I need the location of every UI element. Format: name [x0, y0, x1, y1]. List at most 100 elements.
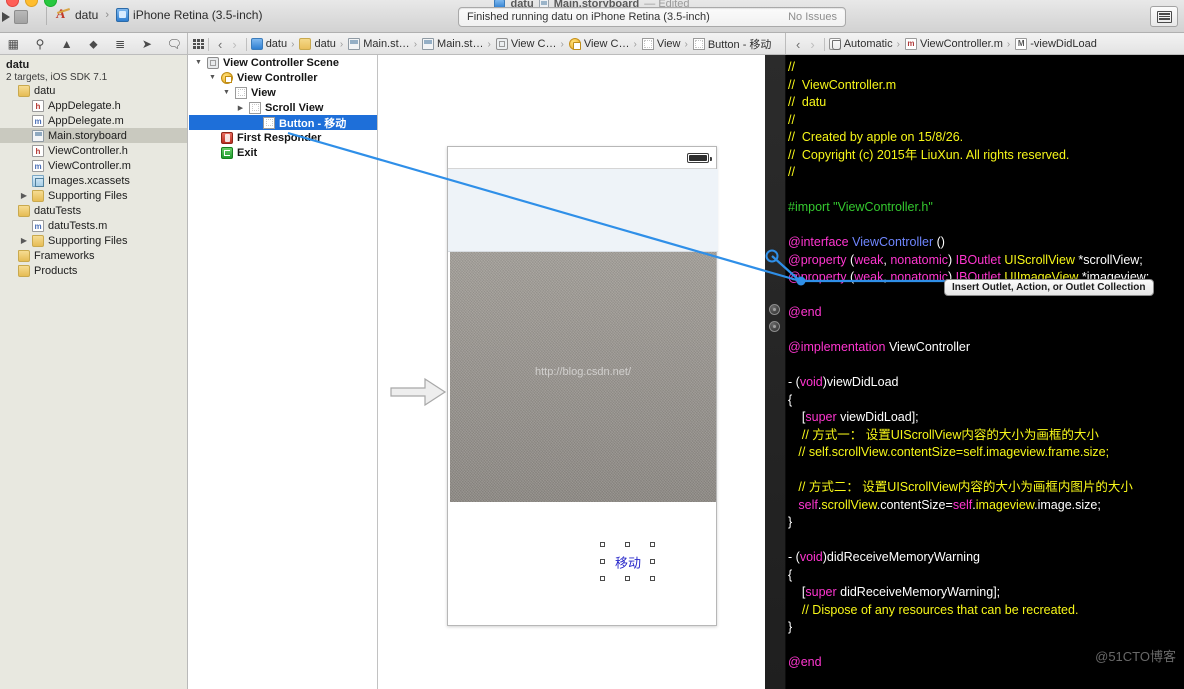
play-icon[interactable]	[2, 12, 10, 22]
navigator-row[interactable]: ▶ Supporting Files	[0, 233, 187, 248]
code-line[interactable]: //	[788, 112, 1184, 130]
resize-handle-n[interactable]	[625, 542, 630, 547]
navigator-row[interactable]: ▶ Supporting Files	[0, 188, 187, 203]
test-navigator-icon[interactable]: ⬥	[86, 37, 100, 51]
outline-row[interactable]: First Responder	[189, 130, 377, 145]
view-controller-canvas[interactable]: http://blog.csdn.net/ 移动	[447, 146, 718, 626]
breadcrumb-item-3[interactable]: Main.st…	[422, 38, 484, 50]
navigator-row[interactable]: Images.xcassets	[0, 173, 187, 188]
resize-handle-ne[interactable]	[650, 542, 655, 547]
debug-navigator-icon[interactable]: ≣	[113, 37, 127, 51]
navigator-row[interactable]: datuTests	[0, 203, 187, 218]
code-line[interactable]: [super viewDidLoad];	[788, 409, 1184, 427]
outlet-connection-dot[interactable]	[769, 304, 780, 315]
navigator-row[interactable]: Products	[0, 263, 187, 278]
navigator-row[interactable]: m AppDelegate.m	[0, 113, 187, 128]
scroll-view-object[interactable]	[448, 169, 718, 252]
breadcrumb-item-4[interactable]: View C…	[495, 38, 557, 50]
outline-list[interactable]: ▼ View Controller Scene ▼ View Controller ▼ V…	[189, 55, 377, 160]
navigator-row[interactable]: Frameworks	[0, 248, 187, 263]
code-line[interactable]	[788, 322, 1184, 340]
code-line[interactable]: - (void)viewDidLoad	[788, 374, 1184, 392]
disclosure-triangle-icon[interactable]: ▼	[194, 59, 203, 66]
code-line[interactable]	[788, 357, 1184, 375]
code-line[interactable]: {	[788, 392, 1184, 410]
code-line[interactable]: self.scrollView.contentSize=self.imagevi…	[788, 497, 1184, 515]
related-items-icon[interactable]	[193, 39, 204, 49]
code-line[interactable]	[788, 462, 1184, 480]
resize-handle-sw[interactable]	[600, 576, 605, 581]
project-header[interactable]: datu 2 targets, iOS SDK 7.1	[0, 55, 187, 83]
forward-button[interactable]: ›	[805, 37, 819, 52]
code-line[interactable]: {	[788, 567, 1184, 585]
code-line[interactable]: // 方式一： 设置UIScrollView内容的大小为画框的大小	[788, 427, 1184, 445]
editor-breadcrumb-item-1[interactable]: m ViewController.m	[904, 38, 1003, 50]
navigator-row[interactable]: m datuTests.m	[0, 218, 187, 233]
disclosure-triangle-icon[interactable]: ▶	[236, 104, 245, 112]
code-line[interactable]: //	[788, 59, 1184, 77]
outline-row[interactable]: Button - 移动	[189, 115, 377, 130]
code-line[interactable]: // 方式二： 设置UIScrollView内容的大小为画框内图片的大小	[788, 479, 1184, 497]
disclosure-triangle-icon[interactable]: ▼	[208, 74, 217, 81]
code-line[interactable]: [super didReceiveMemoryWarning];	[788, 584, 1184, 602]
jump-bar-storyboard[interactable]: ‹ › datu › datu › Main.st… › Main.st… › …	[188, 33, 786, 55]
breadcrumb-item-6[interactable]: View	[641, 38, 681, 50]
disclosure-triangle-icon[interactable]: ▶	[20, 191, 28, 200]
editor-breadcrumb-item-0[interactable]: Automatic	[828, 38, 893, 50]
navigator-row[interactable]: datu	[0, 83, 187, 98]
code-line[interactable]: // self.scrollView.contentSize=self.imag…	[788, 444, 1184, 462]
back-button[interactable]: ‹	[213, 37, 227, 52]
log-navigator-icon[interactable]: 🗨	[167, 37, 182, 51]
code-line[interactable]: // Created by apple on 15/8/26.	[788, 129, 1184, 147]
resize-handle-w[interactable]	[600, 559, 605, 564]
resize-handle-e[interactable]	[650, 559, 655, 564]
resize-handle-se[interactable]	[650, 576, 655, 581]
code-line[interactable]: }	[788, 514, 1184, 532]
code-line[interactable]: // Copyright (c) 2015年 LiuXun. All right…	[788, 147, 1184, 165]
code-line[interactable]: // datu	[788, 94, 1184, 112]
code-text[interactable]: // // ViewController.m // datu // // Created…	[786, 55, 1184, 689]
code-line[interactable]	[788, 217, 1184, 235]
back-button[interactable]: ‹	[791, 37, 805, 52]
image-view-object[interactable]: http://blog.csdn.net/	[450, 252, 716, 502]
outline-row[interactable]: ▶ Scroll View	[189, 100, 377, 115]
navigator-selector-bar[interactable]: ▦ ⚲ ▲ ⬥ ≣ ➤ 🗨	[0, 33, 188, 55]
code-line[interactable]: @implementation ViewController	[788, 339, 1184, 357]
outlet-connection-dot[interactable]	[769, 321, 780, 332]
outline-row[interactable]: ▼ View Controller Scene	[189, 55, 377, 70]
code-line[interactable]: //	[788, 164, 1184, 182]
code-line[interactable]: // ViewController.m	[788, 77, 1184, 95]
code-line[interactable]: }	[788, 619, 1184, 637]
navigator-row[interactable]: h AppDelegate.h	[0, 98, 187, 113]
code-line[interactable]	[788, 182, 1184, 200]
code-line[interactable]: @interface ViewController ()	[788, 234, 1184, 252]
breadcrumb-item-2[interactable]: Main.st…	[348, 38, 410, 50]
code-line[interactable]: - (void)didReceiveMemoryWarning	[788, 549, 1184, 567]
navigator-row[interactable]: h ViewController.h	[0, 143, 187, 158]
document-outline[interactable]: ▼ View Controller Scene ▼ View Controller ▼ V…	[189, 55, 378, 689]
navigator-row[interactable]: Main.storyboard	[0, 128, 187, 143]
search-navigator-icon[interactable]: ⚲	[33, 37, 47, 51]
utilities-panel-toggle[interactable]	[1150, 6, 1178, 27]
button-object-selected[interactable]: 移动	[600, 542, 655, 581]
interface-builder-canvas[interactable]: http://blog.csdn.net/ 移动	[379, 55, 764, 689]
project-file-list[interactable]: datu h AppDelegate.h m AppDelegate.m Main.sto…	[0, 83, 187, 278]
outline-row[interactable]: Exit	[189, 145, 377, 160]
navigator-row[interactable]: m ViewController.m	[0, 158, 187, 173]
disclosure-triangle-icon[interactable]: ▶	[20, 236, 28, 245]
stop-icon[interactable]	[14, 10, 28, 24]
outline-row[interactable]: ▼ View Controller	[189, 70, 377, 85]
breadcrumb-item-0[interactable]: datu	[250, 38, 287, 50]
resize-handle-s[interactable]	[625, 576, 630, 581]
breadcrumb-item-5[interactable]: View C…	[568, 38, 630, 50]
disclosure-triangle-icon[interactable]: ▼	[222, 89, 231, 96]
breadcrumb-item-1[interactable]: datu	[299, 38, 336, 50]
project-navigator[interactable]: datu 2 targets, iOS SDK 7.1 datu h AppDele…	[0, 55, 188, 689]
code-line[interactable]: // Dispose of any resources that can be …	[788, 602, 1184, 620]
editor-breadcrumb-item-2[interactable]: M -viewDidLoad	[1015, 38, 1097, 50]
editor-gutter[interactable]	[765, 55, 786, 689]
project-navigator-icon[interactable]: ▦	[6, 37, 20, 51]
resize-handle-nw[interactable]	[600, 542, 605, 547]
source-editor[interactable]: // // ViewController.m // datu // // Created…	[765, 55, 1184, 689]
code-line[interactable]: @end	[788, 304, 1184, 322]
